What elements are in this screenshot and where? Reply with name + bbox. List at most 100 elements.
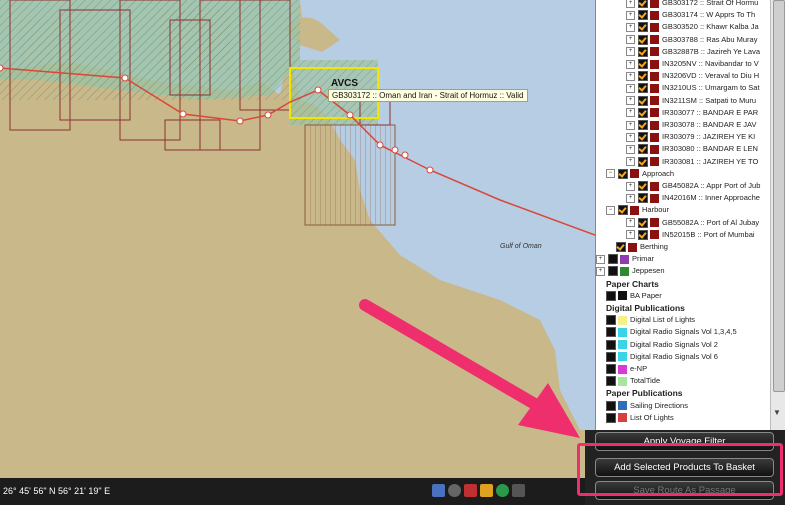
expand-icon[interactable]: −: [606, 205, 615, 215]
tree-item[interactable]: List Of Lights: [606, 412, 674, 424]
tree-item-cell[interactable]: + IN52015B :: Port of Mumbai: [626, 229, 755, 241]
tree-group-berthing[interactable]: Berthing: [616, 241, 668, 253]
tree-provider[interactable]: + Jeppesen: [596, 265, 665, 277]
tree-item-cell[interactable]: + IR303078 :: BANDAR E JAV: [626, 119, 757, 131]
tree-item[interactable]: Digital List of Lights: [606, 314, 695, 326]
checkbox[interactable]: [616, 242, 626, 252]
expand-icon[interactable]: +: [626, 83, 635, 93]
expand-icon[interactable]: +: [626, 59, 635, 69]
tree-group-approach[interactable]: − Approach: [606, 168, 674, 180]
tree-item-cell[interactable]: + GB303788 :: Ras Abu Muray: [626, 34, 757, 46]
tree-item-cell[interactable]: + GB303520 :: Khawr Kalba Ja: [626, 21, 759, 33]
expand-icon[interactable]: +: [626, 71, 635, 81]
checkbox[interactable]: [638, 0, 648, 8]
tree-item[interactable]: Digital Radio Signals Vol 1,3,4,5: [606, 326, 737, 338]
tree-item[interactable]: Digital Radio Signals Vol 2: [606, 339, 718, 351]
checkbox[interactable]: [606, 400, 616, 411]
checkbox[interactable]: [606, 364, 616, 374]
chart-map[interactable]: AVCS GB303172 :: Oman and Iran - Strait …: [0, 0, 595, 478]
scrollbar-thumb[interactable]: [773, 0, 785, 392]
expand-icon[interactable]: +: [626, 144, 635, 154]
expand-icon[interactable]: +: [626, 181, 635, 191]
section-header[interactable]: Digital Publications: [606, 302, 685, 314]
tree-item-cell[interactable]: + GB303174 :: W Apprs To Th: [626, 9, 755, 21]
checkbox[interactable]: [638, 10, 648, 21]
checkbox[interactable]: [606, 412, 616, 423]
expand-icon[interactable]: +: [596, 266, 605, 276]
tree-provider[interactable]: + Primar: [596, 253, 654, 265]
tree-item[interactable]: Digital Radio Signals Vol 6: [606, 351, 718, 363]
cart-icon[interactable]: [512, 484, 525, 497]
expand-icon[interactable]: +: [626, 10, 635, 20]
checkbox[interactable]: [638, 71, 648, 82]
section-header[interactable]: Paper Charts: [606, 278, 659, 290]
checkbox[interactable]: [606, 290, 616, 301]
expand-icon[interactable]: +: [626, 22, 635, 32]
expand-icon[interactable]: +: [626, 218, 635, 228]
checkbox[interactable]: [618, 205, 628, 216]
warning-icon[interactable]: [480, 484, 493, 497]
checkbox[interactable]: [606, 315, 616, 326]
scroll-down-icon[interactable]: ▼: [773, 408, 781, 417]
tree-item[interactable]: e-NP: [606, 363, 647, 375]
checkbox[interactable]: [608, 266, 618, 277]
checkbox[interactable]: [638, 107, 648, 118]
checkbox[interactable]: [606, 351, 616, 362]
expand-icon[interactable]: +: [626, 193, 635, 203]
tree-item-cell[interactable]: + GB45082A :: Appr Port of Jub: [626, 180, 760, 192]
globe-icon[interactable]: [448, 484, 461, 497]
checkbox[interactable]: [638, 181, 648, 191]
shield-icon[interactable]: [464, 484, 477, 497]
checkbox[interactable]: [606, 376, 616, 387]
checkbox[interactable]: [638, 59, 648, 69]
tree-item-cell[interactable]: + GB32887B :: Jazireh Ye Lava: [626, 46, 760, 58]
tree-item-cell[interactable]: + GB55082A :: Port of Al Jubay: [626, 217, 759, 229]
checkbox[interactable]: [638, 34, 648, 45]
tree-item-cell[interactable]: + IN42016M :: Inner Approache: [626, 192, 760, 204]
tree-group-harbour[interactable]: − Harbour: [606, 204, 669, 216]
checkbox[interactable]: [638, 132, 648, 143]
tree-item[interactable]: TotalTide: [606, 375, 660, 387]
tree-item-cell[interactable]: + IN3211SM :: Satpati to Muru: [626, 95, 756, 107]
checkbox[interactable]: [638, 229, 648, 240]
tree-item[interactable]: Sailing Directions: [606, 400, 688, 412]
expand-icon[interactable]: +: [626, 157, 635, 167]
checkbox[interactable]: [638, 193, 648, 204]
checkbox[interactable]: [638, 144, 648, 155]
expand-icon[interactable]: +: [626, 35, 635, 45]
checkbox[interactable]: [638, 95, 648, 106]
expand-icon[interactable]: +: [626, 47, 635, 57]
tree-scrollbar[interactable]: ▼: [770, 0, 785, 430]
expand-icon[interactable]: −: [606, 169, 615, 179]
checkbox[interactable]: [638, 83, 648, 94]
checkbox[interactable]: [638, 156, 648, 167]
expand-icon[interactable]: +: [626, 230, 635, 240]
expand-icon[interactable]: +: [626, 0, 635, 8]
tree-item-cell[interactable]: + IR303081 :: JAZIREH YE TO: [626, 156, 758, 168]
expand-icon[interactable]: +: [626, 108, 635, 118]
checkbox[interactable]: [608, 254, 618, 265]
expand-icon[interactable]: +: [626, 132, 635, 142]
tree-item-cell[interactable]: + IN3205NV :: Navibandar to V: [626, 58, 759, 70]
tree-item-cell[interactable]: + IN3206VD :: Veraval to Diu H: [626, 70, 759, 82]
tree-item-cell[interactable]: + IR303079 :: JAZIREH YE KI: [626, 131, 755, 143]
expand-icon[interactable]: +: [626, 96, 635, 106]
checkbox[interactable]: [606, 327, 616, 338]
tree-item-cell[interactable]: + IN3210US :: Umargam to Sat: [626, 82, 760, 94]
checkbox[interactable]: [618, 168, 628, 179]
checkbox[interactable]: [638, 120, 648, 130]
tree-item-cell[interactable]: + IR303080 :: BANDAR E LEN: [626, 143, 758, 155]
tree-item-cell[interactable]: + IR303077 :: BANDAR E PAR: [626, 107, 758, 119]
checkbox[interactable]: [638, 22, 648, 33]
layers-icon[interactable]: [432, 484, 445, 497]
world-icon[interactable]: [496, 484, 509, 497]
tree-item-cell[interactable]: + GB303172 :: Strait Of Hormu: [626, 0, 758, 9]
checkbox[interactable]: [638, 217, 648, 228]
checkbox[interactable]: [606, 339, 616, 350]
tree-item[interactable]: BA Paper: [606, 290, 662, 302]
expand-icon[interactable]: +: [626, 120, 635, 130]
expand-icon[interactable]: +: [596, 254, 605, 264]
section-header[interactable]: Paper Publications: [606, 387, 683, 399]
product-tree[interactable]: + GB303172 :: Strait Of Hormu + GB303174 ::…: [595, 0, 785, 430]
checkbox[interactable]: [638, 46, 648, 57]
